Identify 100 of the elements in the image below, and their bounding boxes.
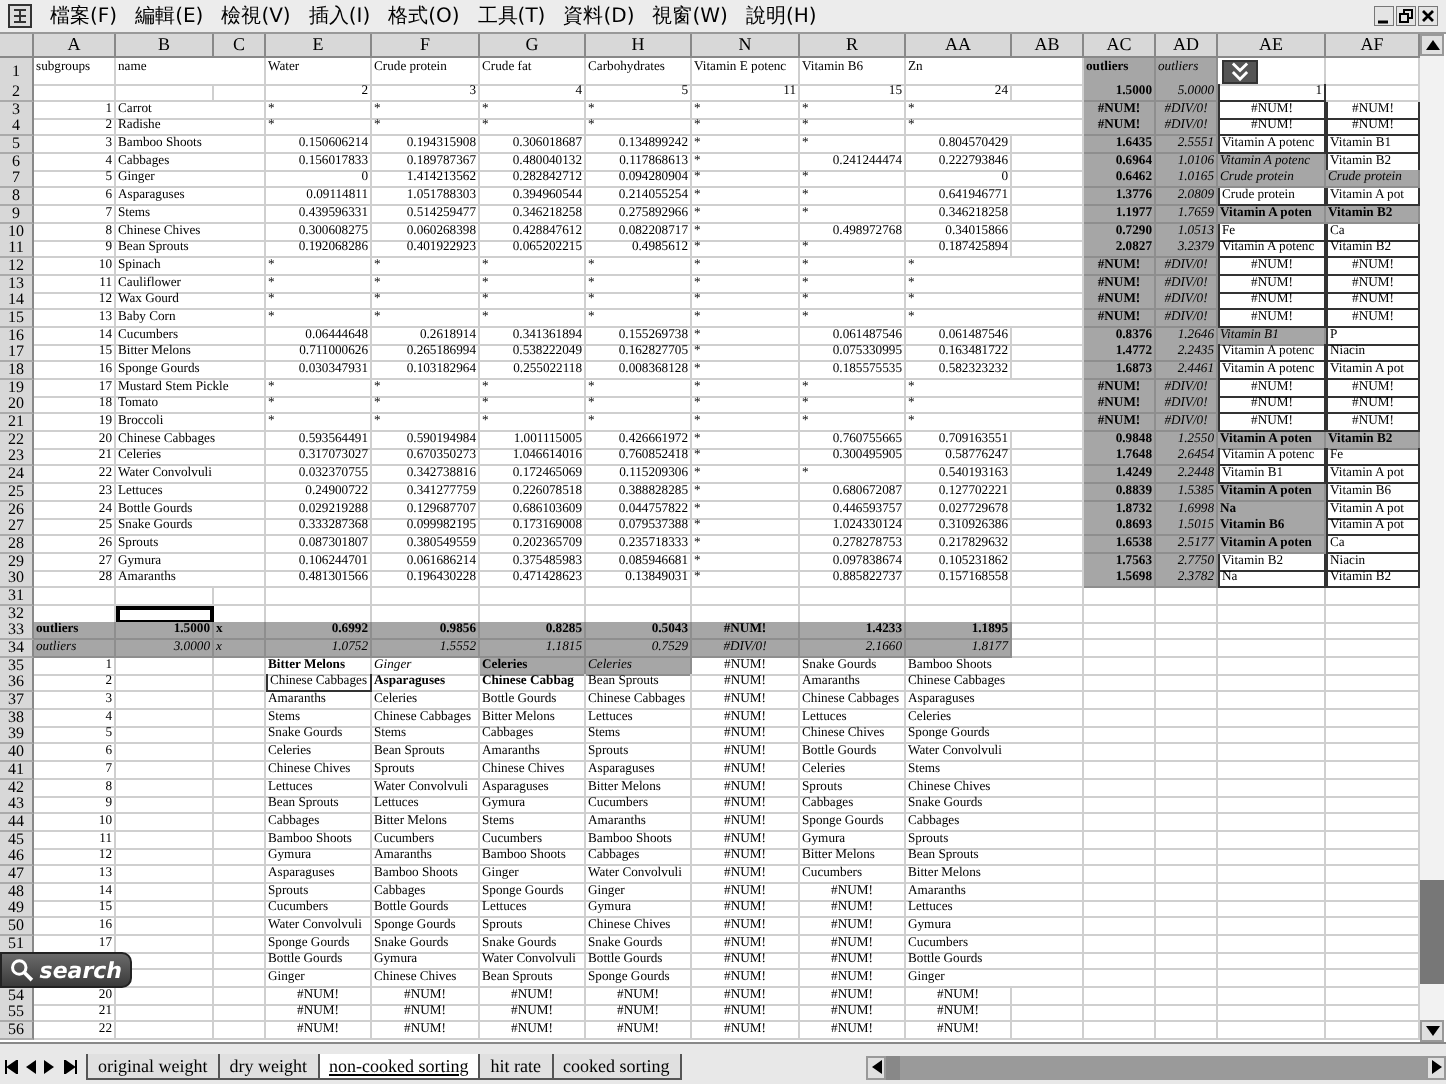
column-header[interactable]: AE <box>1218 34 1326 58</box>
table-cell <box>1156 726 1218 745</box>
table-cell <box>1156 813 1218 832</box>
row-header[interactable]: 49 <box>0 900 34 919</box>
row-header[interactable]: 4 <box>0 118 34 137</box>
row-header[interactable]: 39 <box>0 726 34 745</box>
row-header[interactable]: 33 <box>0 622 34 641</box>
table-cell <box>1156 848 1218 867</box>
menu-item[interactable]: 視窗(W) <box>652 2 728 30</box>
row-header[interactable]: 5 <box>0 136 34 155</box>
table-cell <box>1084 900 1156 919</box>
table-cell <box>116 709 214 728</box>
row-header[interactable]: 1 <box>0 58 34 86</box>
column-header[interactable]: R <box>800 34 906 58</box>
row-header[interactable]: 18 <box>0 362 34 380</box>
row-header[interactable]: 17 <box>0 344 34 363</box>
table-cell <box>116 848 214 867</box>
down-triangle-icon <box>1425 1026 1439 1036</box>
row-header[interactable]: 21 <box>0 414 34 433</box>
table-cell <box>1084 1022 1156 1041</box>
table-cell <box>1012 640 1084 658</box>
sheet-tab[interactable]: dry weight <box>217 1054 319 1080</box>
row-header[interactable]: 2 <box>0 84 34 102</box>
row-header[interactable]: 46 <box>0 848 34 867</box>
row-header[interactable]: 7 <box>0 170 34 189</box>
table-cell <box>214 987 266 1006</box>
row-header[interactable]: 30 <box>0 570 34 589</box>
menu-item[interactable]: 插入(I) <box>308 2 371 30</box>
row-header[interactable]: 56 <box>0 1022 34 1041</box>
table-cell <box>1084 657 1156 676</box>
menu-item[interactable]: 格式(O) <box>388 2 460 30</box>
row-header[interactable]: 50 <box>0 918 34 936</box>
column-header[interactable]: AB <box>1012 34 1084 58</box>
table-cell <box>1084 709 1156 728</box>
sheet-tab[interactable]: hit rate <box>478 1054 553 1080</box>
table-cell <box>1156 1022 1218 1041</box>
menu-item[interactable]: 說明(H) <box>745 2 817 30</box>
last-sheet-button[interactable] <box>60 1055 80 1079</box>
row-header[interactable]: 23 <box>0 448 34 467</box>
scrollbar-thumb[interactable] <box>886 1055 900 1079</box>
table-cell <box>1084 918 1156 936</box>
row-header[interactable]: 24 <box>0 466 34 485</box>
first-sheet-button[interactable] <box>0 1055 20 1079</box>
row-header[interactable]: 36 <box>0 674 34 693</box>
row-header[interactable]: 14 <box>0 292 34 311</box>
column-header[interactable]: E <box>266 34 372 58</box>
row-header[interactable]: 55 <box>0 1004 34 1023</box>
row-header[interactable]: 11 <box>0 240 34 259</box>
table-cell <box>1084 1004 1156 1023</box>
table-cell <box>1218 848 1326 867</box>
column-header[interactable]: B <box>116 34 214 58</box>
table-cell <box>116 761 214 780</box>
column-header[interactable]: C <box>214 34 266 58</box>
table-cell <box>1012 987 1084 1006</box>
column-header[interactable]: AD <box>1156 34 1218 58</box>
column-header[interactable]: AF <box>1326 34 1420 58</box>
row-header[interactable]: 20 <box>0 396 34 415</box>
table-cell <box>1156 674 1218 693</box>
scroll-right-button[interactable] <box>1426 1055 1446 1079</box>
table-cell <box>116 900 214 919</box>
minimize-icon[interactable] <box>1374 6 1394 26</box>
row-header[interactable]: 37 <box>0 692 34 711</box>
row-header[interactable]: 8 <box>0 188 34 207</box>
scroll-left-button[interactable] <box>866 1055 886 1079</box>
scroll-up-button[interactable] <box>1420 34 1444 56</box>
table-cell <box>1218 970 1326 988</box>
scrollbar-thumb[interactable] <box>1420 880 1444 984</box>
table-cell <box>214 744 266 763</box>
row-header[interactable]: 34 <box>0 640 34 658</box>
left-triangle-icon <box>24 1060 36 1074</box>
double-chevron-button[interactable] <box>1222 60 1258 84</box>
menu-item[interactable]: 檔案(F) <box>50 2 118 30</box>
menu-item[interactable]: 編輯(E) <box>135 2 204 30</box>
sheet-tab[interactable]: non-cooked sorting <box>317 1054 481 1080</box>
sheet-tab[interactable]: cooked sorting <box>551 1054 682 1080</box>
column-header[interactable]: A <box>34 34 116 58</box>
column-header[interactable]: AC <box>1084 34 1156 58</box>
scroll-down-button[interactable] <box>1420 1020 1444 1042</box>
column-header[interactable]: F <box>372 34 480 58</box>
table-cell <box>1084 744 1156 763</box>
column-header[interactable]: G <box>480 34 586 58</box>
row-header[interactable]: 43 <box>0 796 34 815</box>
sheet-tab[interactable]: original weight <box>86 1054 220 1080</box>
row-header[interactable]: 27 <box>0 518 34 537</box>
column-header[interactable]: AA <box>906 34 1012 58</box>
column-header[interactable]: N <box>692 34 800 58</box>
row-header[interactable]: 40 <box>0 744 34 763</box>
menu-item[interactable]: 工具(T) <box>477 2 546 30</box>
menu-item[interactable]: 資料(D) <box>563 2 635 30</box>
close-icon[interactable] <box>1418 6 1438 26</box>
table-cell <box>1218 935 1326 954</box>
table-cell <box>1218 796 1326 815</box>
spreadsheet-icon[interactable] <box>8 4 32 28</box>
table-cell <box>1012 1004 1084 1023</box>
table-cell <box>1156 761 1218 780</box>
column-header[interactable]: H <box>586 34 692 58</box>
search-button[interactable]: search <box>0 952 132 988</box>
restore-icon[interactable] <box>1396 6 1416 26</box>
table-cell <box>1156 640 1218 658</box>
menu-item[interactable]: 檢視(V) <box>221 2 291 30</box>
